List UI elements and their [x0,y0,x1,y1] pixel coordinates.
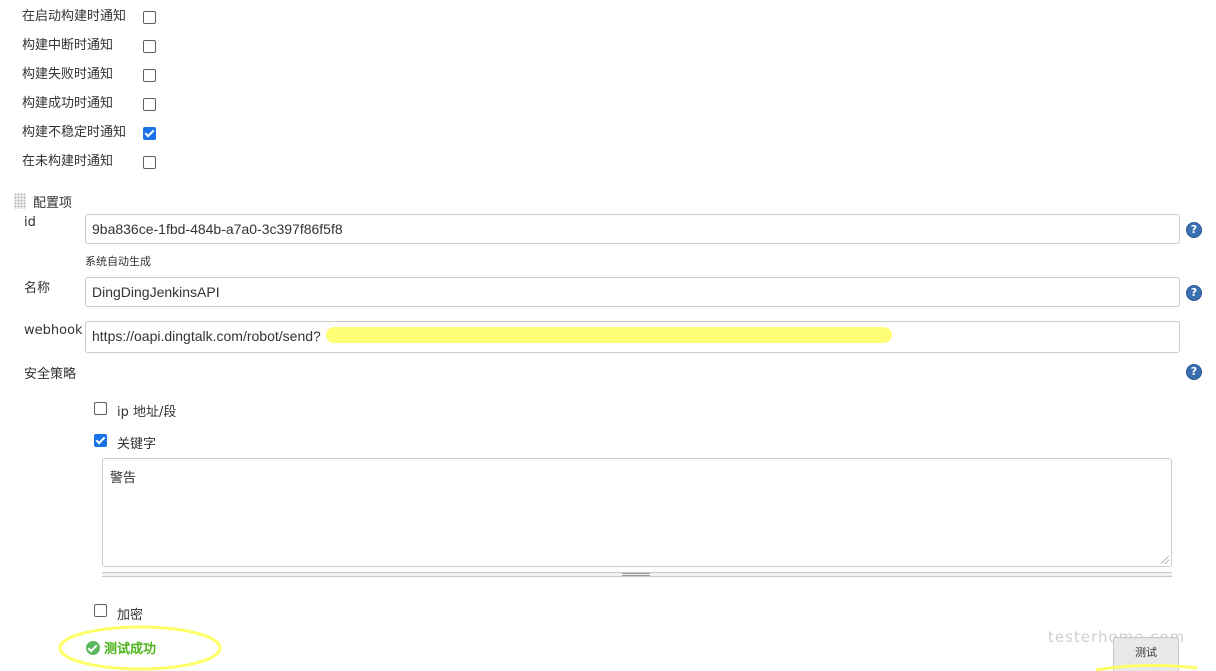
ip-checkbox[interactable] [94,402,107,415]
help-icon[interactable]: ? [1186,222,1202,238]
drag-handle-icon[interactable] [14,193,26,209]
notify-on-success-checkbox[interactable] [143,98,156,111]
drag-grip-icon [622,573,650,576]
textarea-resize-bar[interactable] [102,572,1172,577]
ip-label: ip 地址/段 [117,405,177,420]
check-circle-icon [86,640,100,655]
notify-on-failure-checkbox[interactable] [143,69,156,82]
id-hint: 系统自动生成 [85,255,151,268]
test-result-text: 测试成功 [104,642,157,657]
notify-on-unstable-checkbox[interactable] [143,127,156,140]
section-title: 配置项 [33,196,73,211]
resize-grip-icon[interactable] [1161,556,1169,564]
webhook-input[interactable]: https://oapi.dingtalk.com/robot/send? [85,321,1180,353]
redaction-highlight [326,327,892,343]
test-result: 测试成功 [86,638,156,657]
id-label: id [24,215,36,230]
notify-on-start-checkbox[interactable] [143,11,156,24]
keyword-label: 关键字 [117,437,157,452]
webhook-label: webhook [24,323,83,338]
security-label: 安全策略 [24,367,77,382]
name-label: 名称 [24,281,51,296]
notify-on-unstable-label: 构建不稳定时通知 [22,125,127,140]
notify-on-not-built-checkbox[interactable] [143,156,156,169]
keyword-checkbox[interactable] [94,434,107,447]
keyword-value: 警告 [110,471,137,486]
highlight-stroke [1095,663,1198,671]
id-input[interactable]: 9ba836ce-1fbd-484b-a7a0-3c397f86f5f8 [85,214,1180,244]
notify-on-abort-label: 构建中断时通知 [22,38,114,53]
notify-on-success-label: 构建成功时通知 [22,96,114,111]
name-input[interactable]: DingDingJenkinsAPI [85,277,1180,307]
help-icon[interactable]: ? [1186,364,1202,380]
encrypt-checkbox[interactable] [94,604,107,617]
notify-on-failure-label: 构建失败时通知 [22,67,114,82]
notify-on-not-built-label: 在未构建时通知 [22,154,114,169]
help-icon[interactable]: ? [1186,285,1202,301]
webhook-value: https://oapi.dingtalk.com/robot/send? [92,328,321,344]
notify-on-abort-checkbox[interactable] [143,40,156,53]
notify-on-start-label: 在启动构建时通知 [22,9,127,24]
keyword-textarea[interactable]: 警告 [102,458,1172,567]
